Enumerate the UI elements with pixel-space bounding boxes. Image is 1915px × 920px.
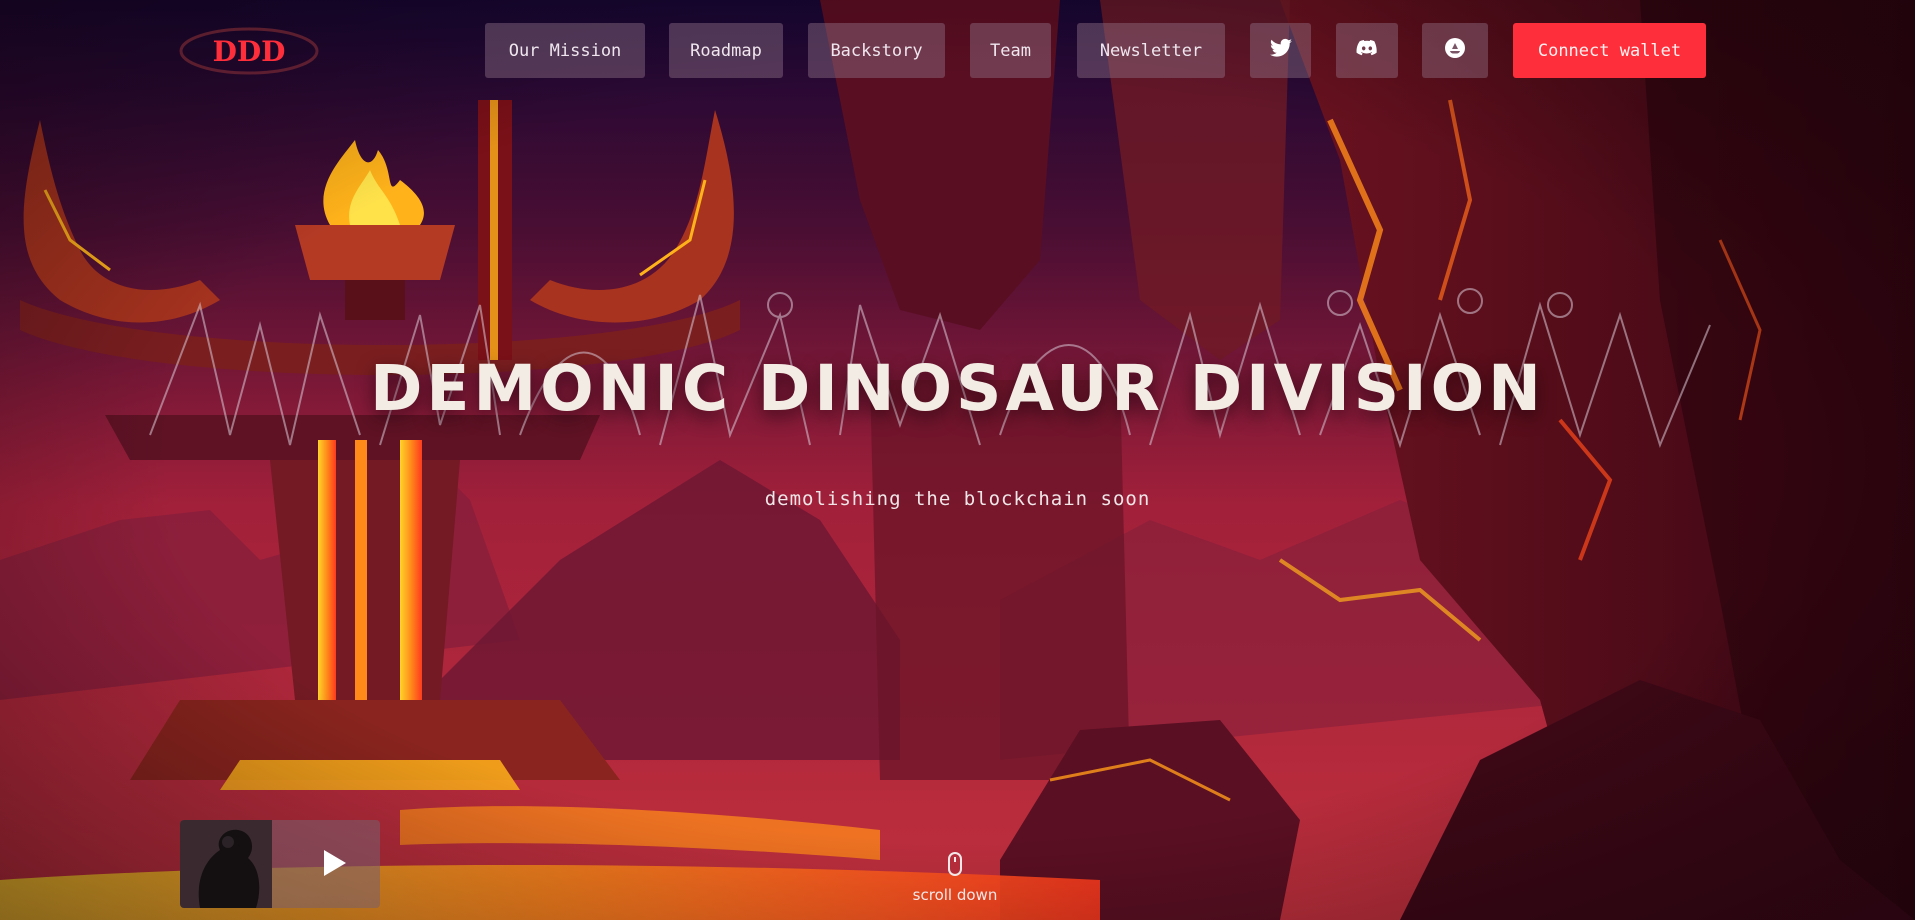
discord-icon xyxy=(1355,36,1379,65)
player-thumbnail xyxy=(180,820,272,908)
hero-subtitle: demolishing the blockchain soon xyxy=(764,488,1151,510)
twitter-icon xyxy=(1269,36,1293,65)
logo-text: DDD xyxy=(213,35,286,68)
hero-background-scene xyxy=(0,0,1915,920)
nav-our-mission[interactable]: Our Mission xyxy=(485,23,645,78)
twitter-button[interactable] xyxy=(1250,23,1311,78)
nav-team[interactable]: Team xyxy=(970,23,1051,78)
mouse-icon xyxy=(948,852,962,876)
connect-wallet-button[interactable]: Connect wallet xyxy=(1513,23,1706,78)
play-icon[interactable] xyxy=(322,848,348,878)
opensea-button[interactable] xyxy=(1422,23,1488,78)
scroll-down-label[interactable]: scroll down xyxy=(880,886,1030,904)
music-player[interactable] xyxy=(180,820,380,908)
nav-roadmap[interactable]: Roadmap xyxy=(669,23,783,78)
nav-newsletter[interactable]: Newsletter xyxy=(1077,23,1225,78)
opensea-icon xyxy=(1443,36,1467,65)
discord-button[interactable] xyxy=(1336,23,1398,78)
logo[interactable]: DDD xyxy=(178,24,320,78)
hero-title: DEMONIC DINOSAUR DIVISION xyxy=(370,352,1545,425)
nav-backstory[interactable]: Backstory xyxy=(808,23,945,78)
